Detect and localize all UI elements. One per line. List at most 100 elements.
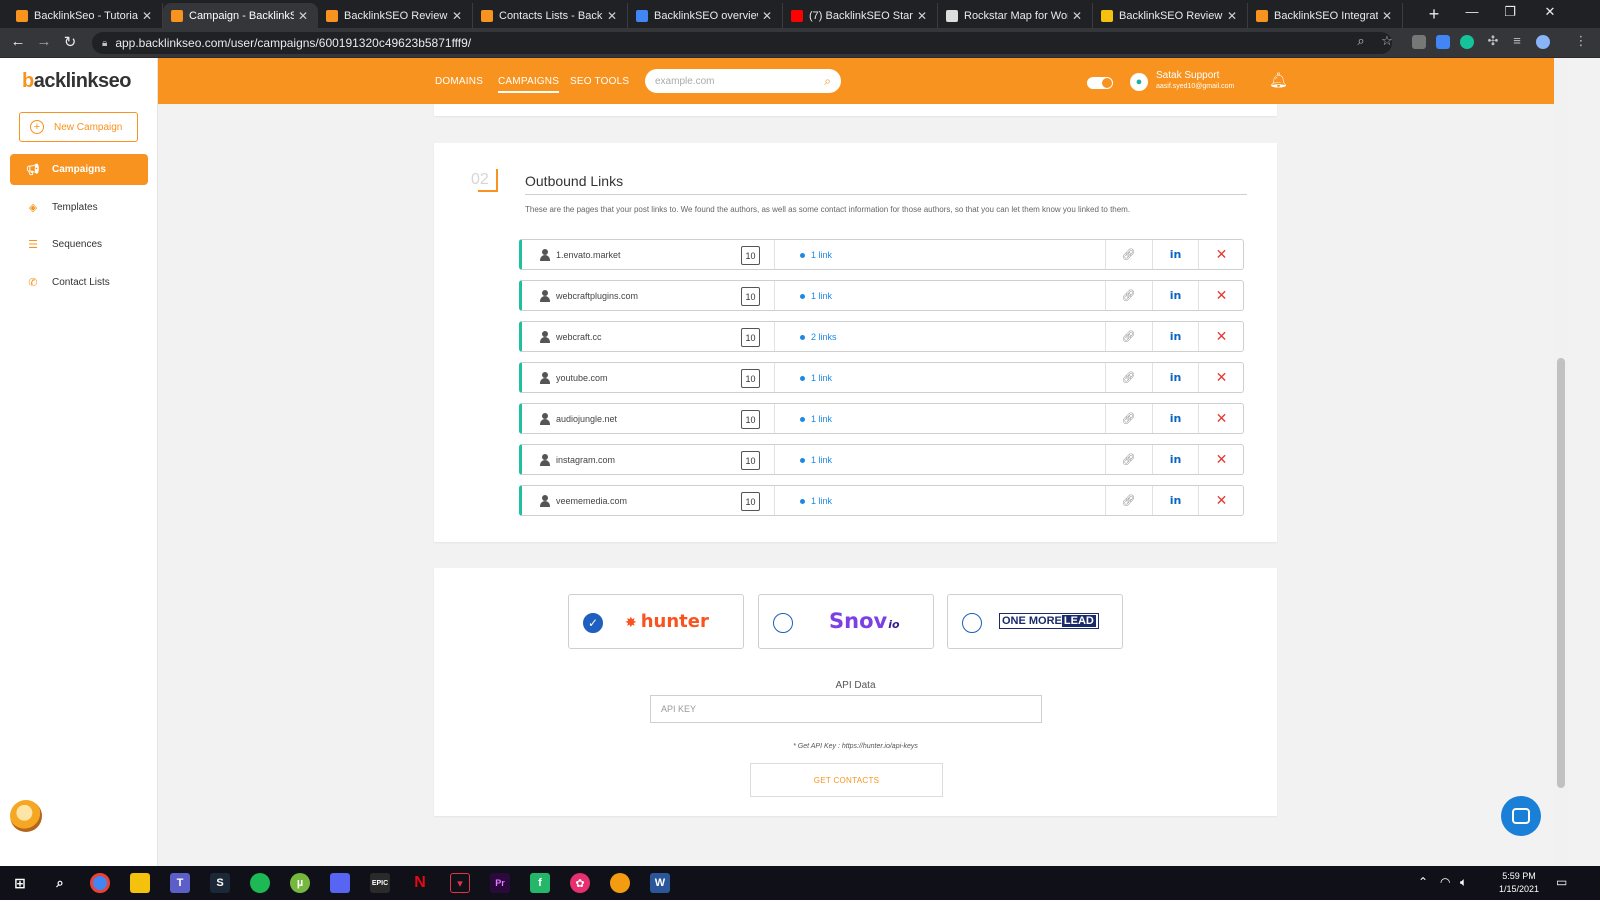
user-avatar-bottom[interactable] <box>10 800 42 832</box>
chain-link-icon[interactable]: 🔗︎ <box>1105 404 1151 433</box>
linkedin-icon[interactable]: in <box>1152 363 1198 392</box>
new-tab-button[interactable]: + <box>1424 4 1444 25</box>
nav-seo-tools[interactable]: SEO TOOLS <box>570 76 629 87</box>
wifi-icon[interactable]: ◠ <box>1440 875 1450 889</box>
chrome-icon[interactable] <box>90 873 110 893</box>
radio-unchecked[interactable] <box>962 613 982 633</box>
close-icon[interactable]: ✕ <box>1198 363 1244 392</box>
chain-link-icon[interactable]: 🔗︎ <box>1105 240 1151 269</box>
linkedin-icon[interactable]: in <box>1152 404 1198 433</box>
utorrent-icon[interactable]: µ <box>290 873 310 893</box>
close-icon[interactable]: ✕ <box>1198 445 1244 474</box>
domain-search-input[interactable] <box>655 75 825 87</box>
volume-icon[interactable]: 🔈︎ <box>1460 875 1467 890</box>
row-link-count[interactable]: 2 links <box>811 332 837 342</box>
chain-link-icon[interactable]: 🔗︎ <box>1105 281 1151 310</box>
linkedin-icon[interactable]: in <box>1152 445 1198 474</box>
close-icon[interactable]: ✕ <box>1198 486 1244 515</box>
zoom-icon[interactable]: ⌕ <box>1352 33 1370 49</box>
bookmark-star-icon[interactable]: ☆ <box>1378 33 1396 49</box>
row-link-count[interactable]: 1 link <box>811 250 832 260</box>
restore-window-button[interactable]: ❐ <box>1500 4 1520 20</box>
grammarly-icon[interactable] <box>1460 35 1474 49</box>
discord-icon[interactable] <box>330 873 350 893</box>
epic-games-icon[interactable]: EPIC <box>370 873 390 893</box>
browser-tab[interactable]: Campaign - BacklinkSEO ✕ <box>163 3 318 28</box>
steam-icon[interactable]: S <box>210 873 230 893</box>
premiere-icon[interactable]: Pr <box>490 873 510 893</box>
back-icon[interactable]: ← <box>8 33 28 50</box>
linkedin-icon[interactable]: in <box>1152 486 1198 515</box>
notification-center-icon[interactable]: ▭ <box>1556 875 1567 889</box>
flower-app-icon[interactable]: ✿ <box>570 873 590 893</box>
chain-link-icon[interactable]: 🔗︎ <box>1105 445 1151 474</box>
reading-list-icon[interactable]: ≡ <box>1508 33 1526 48</box>
user-name[interactable]: Satak Support <box>1156 70 1219 81</box>
row-link-count[interactable]: 1 link <box>811 414 832 424</box>
nav-campaigns[interactable]: CAMPAIGNS <box>498 76 560 93</box>
provider-hunter-option[interactable]: ✓ ✸ hunter <box>568 594 744 649</box>
word-icon[interactable]: W <box>650 873 670 893</box>
nav-domains[interactable]: DOMAINS <box>435 76 483 87</box>
chain-link-icon[interactable]: 🔗︎ <box>1105 322 1151 351</box>
scroll-thumb[interactable] <box>1557 358 1565 788</box>
profile-avatar[interactable] <box>1536 35 1550 49</box>
new-campaign-button[interactable]: + New Campaign <box>19 112 138 142</box>
radio-unchecked[interactable] <box>773 613 793 633</box>
vectorworks-icon[interactable]: ▾ <box>450 873 470 893</box>
reload-icon[interactable]: ↻ <box>60 33 80 51</box>
tab-close-icon[interactable]: ✕ <box>762 9 774 23</box>
menu-kebab-icon[interactable]: ⋮ <box>1572 33 1590 49</box>
windows-start-icon[interactable]: ⊞ <box>10 873 30 893</box>
browser-tab[interactable]: BacklinkSEO Review (2021) ✕ <box>1093 3 1248 28</box>
api-key-input[interactable] <box>650 695 1042 723</box>
linkedin-icon[interactable]: in <box>1152 322 1198 351</box>
browser-tab[interactable]: BacklinkSEO Integrations ✕ <box>1248 3 1403 28</box>
bell-icon[interactable]: 🔔︎ <box>1269 71 1288 89</box>
tab-close-icon[interactable]: ✕ <box>1227 9 1239 23</box>
backlinkseo-logo[interactable]: backlinkseo <box>22 70 132 93</box>
browser-tab[interactable]: Rockstar Map for WordPress ✕ <box>938 3 1093 28</box>
extension-icon[interactable] <box>1436 35 1450 49</box>
tab-close-icon[interactable]: ✕ <box>298 9 310 23</box>
sidebar-item-contact-lists[interactable]: ✆ Contact Lists <box>10 267 148 298</box>
close-icon[interactable]: ✕ <box>1198 240 1244 269</box>
page-scrollbar[interactable] <box>1554 58 1568 866</box>
tab-close-icon[interactable]: ✕ <box>1072 9 1084 23</box>
browser-tab[interactable]: BacklinkSeo - Tutorials ✕ <box>8 3 163 28</box>
linkedin-icon[interactable]: in <box>1152 281 1198 310</box>
linkedin-icon[interactable]: in <box>1152 240 1198 269</box>
clock-date[interactable]: 1/15/2021 <box>1494 884 1544 894</box>
provider-onemorelead-option[interactable]: ONE MORE LEAD <box>947 594 1123 649</box>
sidebar-item-sequences[interactable]: ☰ Sequences <box>10 229 148 260</box>
get-contacts-button[interactable]: GET CONTACTS <box>750 763 943 797</box>
tab-close-icon[interactable]: ✕ <box>142 9 154 23</box>
forward-icon[interactable]: → <box>34 33 54 50</box>
tab-close-icon[interactable]: ✕ <box>917 9 929 23</box>
search-icon[interactable]: ⌕ <box>50 873 70 893</box>
chain-link-icon[interactable]: 🔗︎ <box>1105 486 1151 515</box>
close-icon[interactable]: ✕ <box>1198 404 1244 433</box>
sheets-icon[interactable]: f <box>530 873 550 893</box>
tab-close-icon[interactable]: ✕ <box>452 9 464 23</box>
sidebar-item-campaigns[interactable]: 📢︎ Campaigns <box>10 154 148 185</box>
close-icon[interactable]: ✕ <box>1198 322 1244 351</box>
browser-tab[interactable]: BacklinkSEO overview and ✕ <box>628 3 783 28</box>
provider-snovio-option[interactable]: Snovio <box>758 594 934 649</box>
row-link-count[interactable]: 1 link <box>811 373 832 383</box>
search-icon[interactable]: ⌕ <box>824 74 831 89</box>
browser-tab[interactable]: BacklinkSEO Reviews and ✕ <box>318 3 473 28</box>
puzzle-extensions-icon[interactable]: ✣ <box>1484 33 1502 49</box>
app-icon[interactable] <box>610 873 630 893</box>
clock-time[interactable]: 5:59 PM <box>1494 871 1544 881</box>
tab-close-icon[interactable]: ✕ <box>607 9 619 23</box>
sidebar-item-templates[interactable]: ◈ Templates <box>10 192 148 223</box>
close-window-button[interactable]: ✕ <box>1540 4 1560 20</box>
tab-close-icon[interactable]: ✕ <box>1382 9 1394 23</box>
row-link-count[interactable]: 1 link <box>811 496 832 506</box>
close-icon[interactable]: ✕ <box>1198 281 1244 310</box>
minimize-window-button[interactable]: — <box>1462 4 1482 19</box>
address-bar[interactable]: 🔒︎ app.backlinkseo.com/user/campaigns/60… <box>92 32 1392 54</box>
file-explorer-icon[interactable] <box>130 873 150 893</box>
browser-tab[interactable]: (7) BacklinkSEO Start your ✕ <box>783 3 938 28</box>
